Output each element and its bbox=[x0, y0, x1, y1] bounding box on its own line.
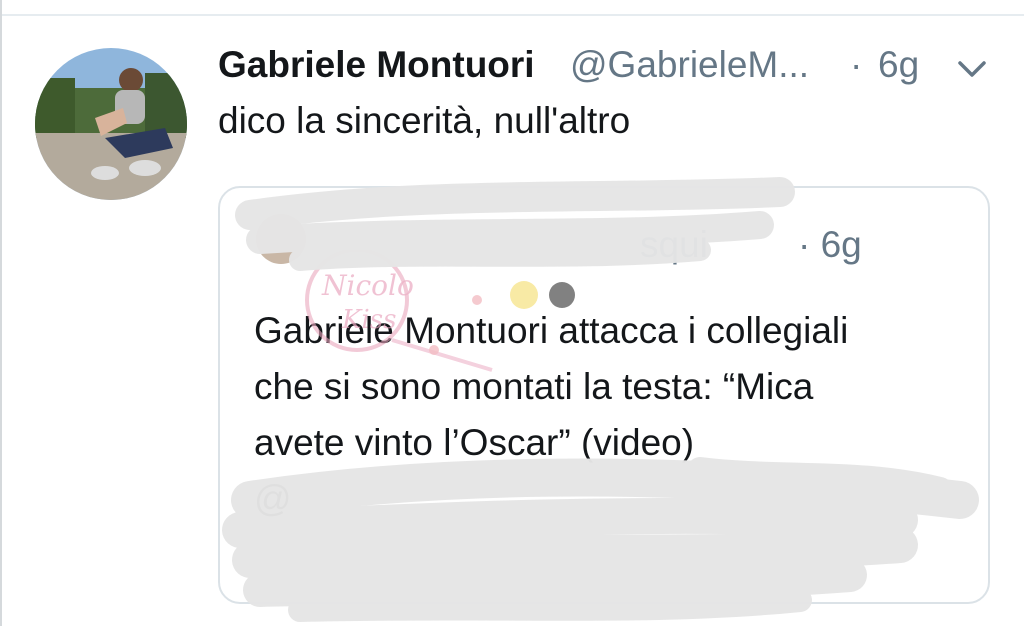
quoted-text-line: che si sono montati la testa: “Mica bbox=[254, 366, 814, 407]
tweet-text: dico la sincerità, null'altro bbox=[218, 100, 631, 141]
author-name[interactable]: Gabriele Montuori bbox=[218, 44, 535, 86]
quoted-text-line: avete vinto l’Oscar” (video) bbox=[254, 422, 695, 463]
quoted-author-handle: squi bbox=[640, 224, 708, 265]
separator-dot: · bbox=[850, 44, 863, 85]
quoted-author-avatar bbox=[256, 214, 306, 264]
quoted-tweet-time: · 6g bbox=[798, 224, 862, 265]
left-edge bbox=[0, 0, 2, 626]
tweet-time[interactable]: 6g bbox=[878, 44, 919, 86]
quoted-text-line: @ bbox=[254, 478, 292, 519]
top-divider bbox=[0, 0, 1024, 16]
author-avatar[interactable] bbox=[35, 48, 187, 200]
chevron-down-icon[interactable] bbox=[956, 56, 988, 82]
quoted-text-line: Gabriele Montuori attacca i collegiali bbox=[254, 310, 849, 351]
quoted-tweet-card[interactable]: squi · 6g Gabriele Montuori attacca i co… bbox=[218, 186, 990, 604]
author-handle[interactable]: @GabrieleM... bbox=[570, 44, 809, 86]
